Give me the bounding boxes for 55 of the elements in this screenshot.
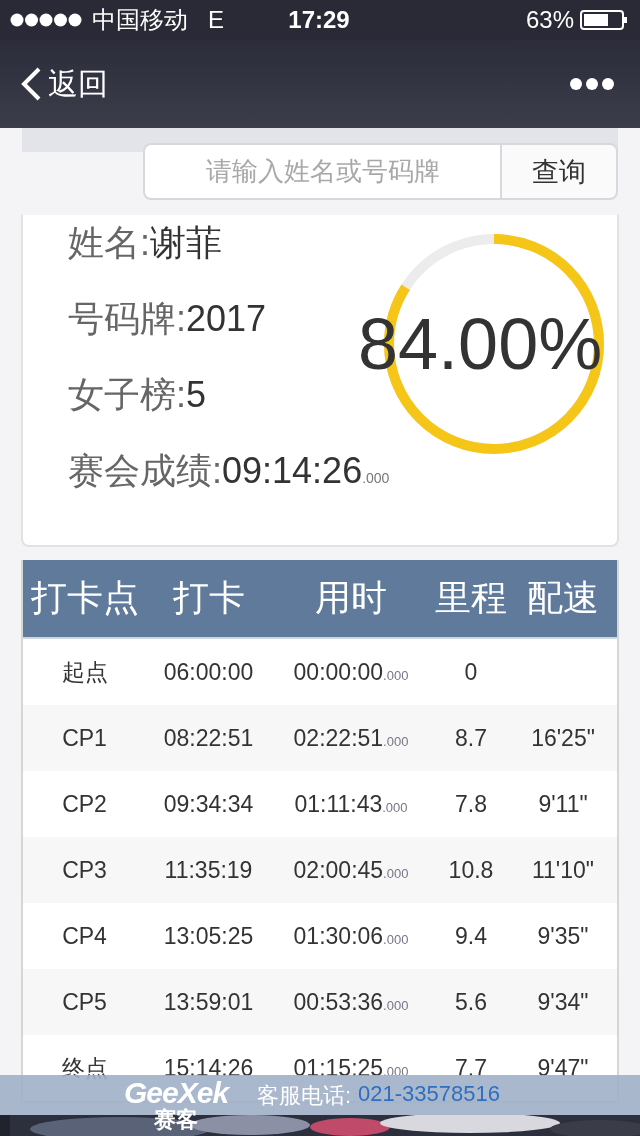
table-cell-text: 9.4 — [454, 922, 488, 950]
network-label: E — [208, 6, 224, 34]
battery-percent: 63% — [525, 6, 574, 34]
clock: 17:29 — [288, 6, 350, 34]
table-cell-text: 9'47" — [536, 1054, 590, 1082]
table-cell-text: CP1 — [61, 724, 108, 752]
table-cell-text: 01:15:25.000 — [292, 1054, 410, 1082]
table-cell-text: CP3 — [61, 856, 108, 884]
runner-info-text: 女子榜:5 — [68, 373, 207, 417]
table-cell-text: CP2 — [61, 790, 108, 818]
table-cell-text: 9'35" — [536, 922, 590, 950]
column-header: 打卡点 — [29, 576, 140, 620]
table-cell-text: 09:34:34 — [162, 790, 255, 818]
table-cell-text: CP5 — [61, 988, 108, 1016]
logo-name: 赛客 — [154, 1109, 199, 1131]
column-header: 里程 — [434, 576, 508, 620]
runner-info-text: 赛会成绩:09:14:26.000 — [68, 449, 390, 493]
carrier-label: 中国移动 — [92, 5, 188, 35]
column-header: 打卡 — [171, 576, 246, 620]
table-cell-text: 7.7 — [454, 1054, 488, 1082]
search-button[interactable]: 查询 — [500, 143, 618, 200]
table-cell-text: 00:00:00.000 — [292, 658, 410, 686]
back-button[interactable]: 返回 — [20, 63, 108, 105]
table-cell-text: 10.8 — [447, 856, 495, 884]
table-cell-text: 02:22:51.000 — [292, 724, 410, 752]
table-cell-text: 终点 — [60, 1053, 109, 1083]
table-cell-text: 08:22:51 — [162, 724, 255, 752]
table-cell-text: 02:00:45.000 — [292, 856, 410, 884]
battery-icon — [580, 10, 628, 30]
table-cell-text: 11:35:19 — [163, 856, 254, 884]
table-cell-text: 7.8 — [454, 790, 488, 818]
table-cell-text: 5.6 — [454, 988, 488, 1016]
table-cell-text: 00:53:36.000 — [292, 988, 410, 1016]
more-icon[interactable] — [570, 78, 614, 90]
table-cell-text: 01:11:43.000 — [293, 790, 409, 818]
search-field[interactable]: 请输入姓名或号码牌 — [143, 143, 500, 200]
table-cell-text: 16'25" — [530, 724, 596, 752]
table-cell-text: 0 — [463, 658, 479, 686]
table-cell-text: CP4 — [61, 922, 108, 950]
table-cell-text: 9'11" — [537, 790, 589, 818]
table-cell-text: 11'10" — [531, 856, 595, 884]
table-cell-text: 9'34" — [536, 988, 590, 1016]
column-header: 用时 — [314, 576, 388, 620]
runner-info-text: 姓名:谢菲 — [68, 221, 222, 265]
runner-info-text: 号码牌:2017 — [68, 297, 267, 341]
chevron-icon — [20, 66, 42, 102]
table-cell-text: 01:30:06.000 — [292, 922, 410, 950]
column-header: 配速 — [526, 576, 600, 620]
table-cell-text: 06:00:00 — [162, 658, 255, 686]
hotline-label: 客服电话: — [257, 1082, 352, 1110]
table-cell-text: 起点 — [60, 657, 109, 687]
table-cell-text: 13:59:01 — [162, 988, 255, 1016]
table-cell-text: 13:05:25 — [162, 922, 255, 950]
signal-dots-icon — [10, 13, 82, 27]
table-cell-text: 8.7 — [454, 724, 488, 752]
